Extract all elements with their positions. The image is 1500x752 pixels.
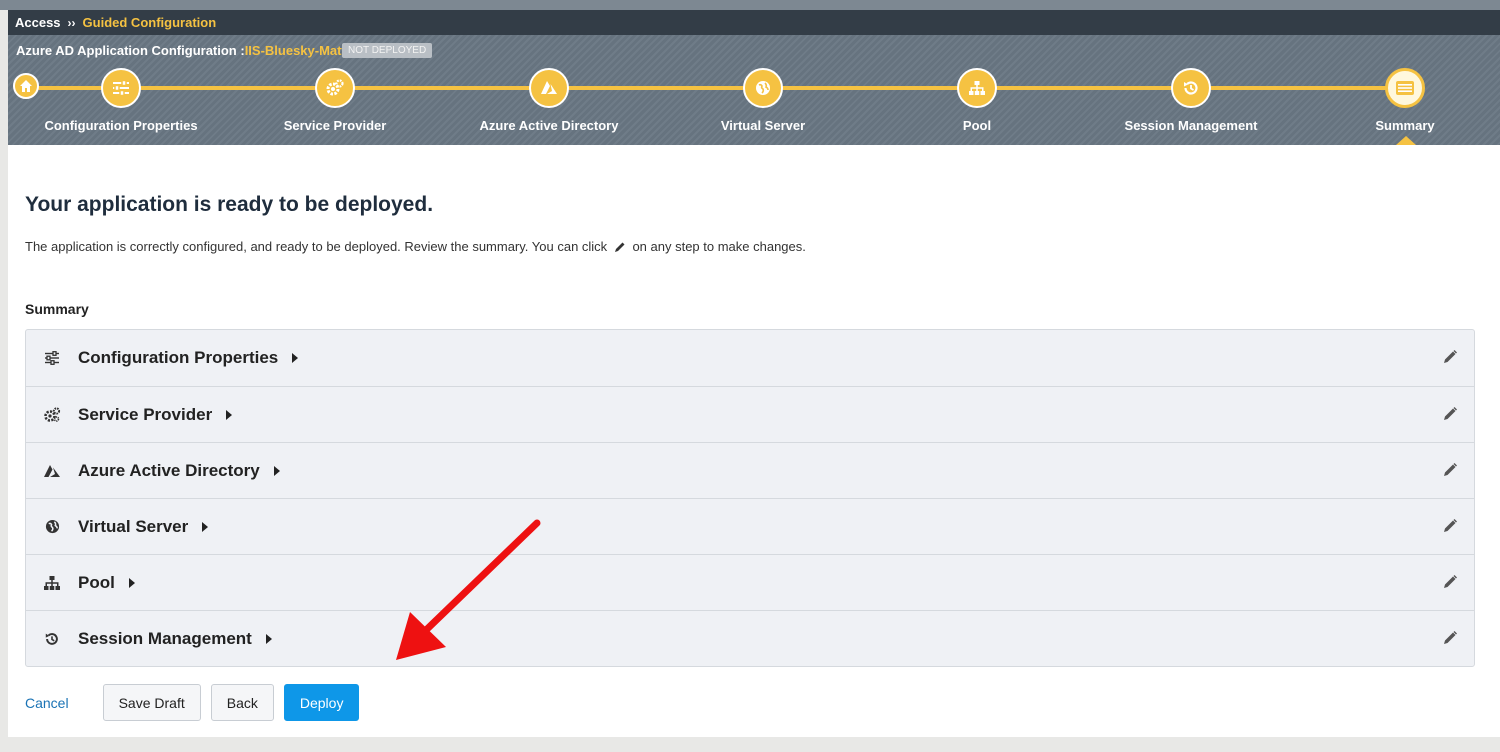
expand-caret-icon[interactable] <box>128 577 135 588</box>
step-circle <box>743 68 783 108</box>
status-badge: NOT DEPLOYED <box>342 43 433 58</box>
summary-item-label: Configuration Properties <box>78 348 279 367</box>
wizard-step-summary[interactable]: Summary <box>1305 68 1500 133</box>
active-step-pointer <box>1396 136 1416 145</box>
summary-item-azure-active-directory[interactable]: Azure Active Directory <box>26 442 1474 498</box>
globe-icon <box>45 519 59 534</box>
breadcrumb-separator: ›› <box>67 15 76 30</box>
expand-caret-icon[interactable] <box>273 465 280 476</box>
wizard-step-configuration-properties[interactable]: Configuration Properties <box>21 68 221 133</box>
window-left-edge <box>0 10 8 752</box>
sliders-icon <box>45 351 59 365</box>
wizard-title-prefix: Azure AD Application Configuration : <box>16 43 245 58</box>
expand-caret-icon[interactable] <box>202 521 209 532</box>
breadcrumb-root[interactable]: Access <box>15 15 61 30</box>
step-circle <box>529 68 569 108</box>
summary-heading: Summary <box>25 301 89 317</box>
edit-pencil-icon[interactable] <box>1442 574 1458 590</box>
wizard-step-virtual-server[interactable]: Virtual Server <box>663 68 863 133</box>
breadcrumb: Access ›› Guided Configuration <box>8 10 1500 35</box>
action-bar: Cancel Save Draft Back Deploy <box>25 684 369 721</box>
save-draft-button[interactable]: Save Draft <box>102 684 201 721</box>
summary-item-label: Service Provider <box>78 404 213 424</box>
summary-item-label: Pool <box>78 572 115 592</box>
step-circle <box>101 68 141 108</box>
azure-icon <box>541 81 557 94</box>
summary-item-label: Azure Active Directory <box>78 460 260 480</box>
step-circle <box>1171 68 1211 108</box>
wizard-step-azure-active-directory[interactable]: Azure Active Directory <box>449 68 649 133</box>
pencil-icon <box>614 242 625 252</box>
summary-item-virtual-server[interactable]: Virtual Server <box>26 498 1474 554</box>
step-label: Configuration Properties <box>44 118 198 133</box>
step-label: Pool <box>962 118 992 133</box>
summary-item-pool[interactable]: Pool <box>26 554 1474 610</box>
summary-item-label: Session Management <box>78 628 252 648</box>
edit-pencil-icon[interactable] <box>1442 349 1458 365</box>
wizard-step-session-management[interactable]: Session Management <box>1091 68 1291 133</box>
wizard-header: Azure AD Application Configuration :IIS-… <box>8 35 1500 145</box>
gears-icon <box>44 406 61 422</box>
sliders-icon <box>113 80 129 96</box>
cancel-link[interactable]: Cancel <box>25 695 69 711</box>
window-bottom-edge <box>0 737 1500 752</box>
wizard-title: Azure AD Application Configuration :IIS-… <box>16 43 346 58</box>
summary-list: Configuration Properties Service Provide… <box>25 329 1475 667</box>
sitemap-icon <box>969 81 985 95</box>
description-text-start: The application is correctly configured,… <box>25 239 608 254</box>
step-circle <box>1385 68 1425 108</box>
window-top-edge <box>0 0 1500 10</box>
globe-icon <box>756 81 770 95</box>
gears-icon <box>326 79 344 96</box>
breadcrumb-current: Guided Configuration <box>82 15 217 30</box>
history-icon <box>45 632 58 645</box>
step-label: Session Management <box>1124 118 1258 133</box>
edit-pencil-icon[interactable] <box>1442 406 1458 422</box>
page-title: Your application is ready to be deployed… <box>25 193 434 216</box>
step-circle <box>315 68 355 108</box>
azure-icon <box>44 464 60 477</box>
app-name: IIS-Bluesky-Matt <box>244 43 346 58</box>
expand-caret-icon[interactable] <box>226 409 233 420</box>
summary-item-label: Virtual Server <box>78 516 189 536</box>
edit-pencil-icon[interactable] <box>1442 462 1458 478</box>
wizard-step-pool[interactable]: Pool <box>877 68 1077 133</box>
history-icon <box>1184 81 1198 95</box>
main-content: Your application is ready to be deployed… <box>8 145 1500 737</box>
summary-item-configuration-properties[interactable]: Configuration Properties <box>26 330 1474 386</box>
summary-item-session-management[interactable]: Session Management <box>26 610 1474 666</box>
step-label: Summary <box>1375 118 1435 133</box>
step-label: Service Provider <box>283 118 387 133</box>
description-text-end: on any step to make changes. <box>632 239 806 254</box>
deploy-button[interactable]: Deploy <box>283 684 360 721</box>
edit-pencil-icon[interactable] <box>1442 630 1458 646</box>
page-description: The application is correctly configured,… <box>25 239 806 254</box>
list-icon <box>1396 81 1414 95</box>
expand-caret-icon[interactable] <box>265 633 272 644</box>
expand-caret-icon[interactable] <box>292 353 299 363</box>
step-label: Azure Active Directory <box>479 118 619 133</box>
back-button[interactable]: Back <box>210 684 274 721</box>
step-label: Virtual Server <box>720 118 806 133</box>
edit-pencil-icon[interactable] <box>1442 518 1458 534</box>
wizard-step-service-provider[interactable]: Service Provider <box>235 68 435 133</box>
sitemap-icon <box>44 575 60 590</box>
summary-item-service-provider[interactable]: Service Provider <box>26 386 1474 442</box>
step-circle <box>957 68 997 108</box>
